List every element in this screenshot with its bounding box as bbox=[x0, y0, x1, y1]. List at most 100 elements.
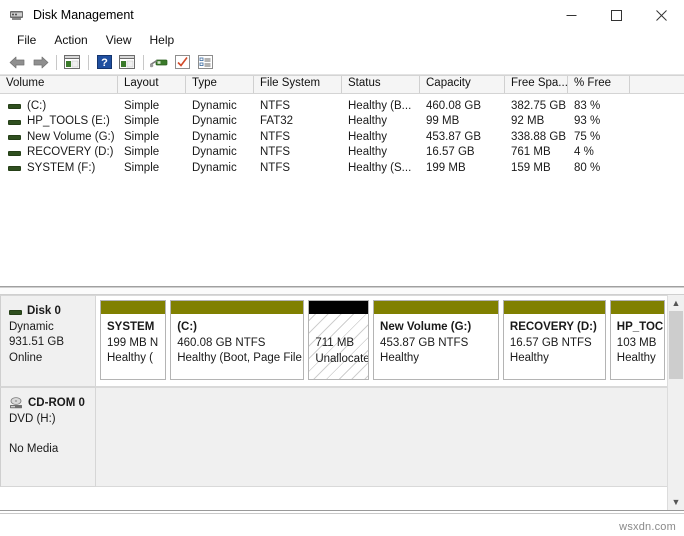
maximize-button[interactable] bbox=[594, 0, 639, 30]
volume-type: Dynamic bbox=[186, 115, 254, 127]
toolbar-separator-3 bbox=[143, 55, 144, 70]
partition-status: Healthy (Boot, Page File, C bbox=[177, 351, 298, 367]
column-header-empty[interactable] bbox=[630, 76, 682, 93]
volume-file-system: NTFS bbox=[254, 146, 342, 158]
close-button[interactable] bbox=[639, 0, 684, 30]
volume-capacity: 99 MB bbox=[420, 115, 505, 127]
minimize-button[interactable] bbox=[549, 0, 594, 30]
volume-free-space: 338.88 GB bbox=[505, 131, 568, 143]
volume-status: Healthy bbox=[342, 115, 420, 127]
partition-capacity-bar bbox=[611, 301, 664, 314]
pane-splitter[interactable] bbox=[0, 287, 684, 295]
volume-type: Dynamic bbox=[186, 131, 254, 143]
scrollbar-track[interactable] bbox=[668, 311, 684, 494]
table-row[interactable]: RECOVERY (D:) Simple Dynamic NTFS Health… bbox=[0, 145, 684, 161]
hard-disk-icon bbox=[9, 306, 23, 318]
rescan-disks-icon[interactable] bbox=[148, 52, 170, 72]
partition-unallocated[interactable]: 711 MB Unallocated bbox=[308, 300, 369, 380]
window-title: Disk Management bbox=[33, 8, 134, 22]
menu-view[interactable]: View bbox=[97, 32, 141, 48]
column-header-layout[interactable]: Layout bbox=[118, 76, 186, 93]
partition-capacity-bar bbox=[309, 301, 368, 314]
table-row[interactable]: (C:) Simple Dynamic NTFS Healthy (B... 4… bbox=[0, 98, 684, 114]
back-arrow-icon[interactable] bbox=[6, 52, 28, 72]
volume-status: Healthy (S... bbox=[342, 162, 420, 174]
scroll-down-arrow-icon[interactable]: ▼ bbox=[668, 494, 684, 510]
partition-name: New Volume (G:) bbox=[380, 320, 493, 336]
partition-size-fs: 199 MB N bbox=[107, 336, 160, 352]
column-header-status[interactable]: Status bbox=[342, 76, 420, 93]
help-icon[interactable]: ? bbox=[93, 52, 115, 72]
partition-size-fs: 453.87 GB NTFS bbox=[380, 336, 493, 352]
toolbar: ? bbox=[0, 50, 684, 75]
volume-layout: Simple bbox=[118, 100, 186, 112]
disk-management-icon bbox=[9, 7, 25, 23]
volume-icon bbox=[8, 130, 21, 143]
partition-size-fs: 460.08 GB NTFS bbox=[177, 336, 298, 352]
svg-text:?: ? bbox=[101, 57, 108, 69]
volume-icon bbox=[8, 161, 21, 174]
menu-file[interactable]: File bbox=[8, 32, 45, 48]
volume-percent-free: 93 % bbox=[568, 115, 630, 127]
volume-type: Dynamic bbox=[186, 146, 254, 158]
scroll-up-arrow-icon[interactable]: ▲ bbox=[668, 295, 684, 311]
disk-size-spacer bbox=[9, 427, 95, 442]
scrollbar-thumb[interactable] bbox=[669, 311, 683, 379]
volume-name: SYSTEM (F:) bbox=[27, 162, 95, 174]
volume-status: Healthy bbox=[342, 131, 420, 143]
table-row[interactable]: New Volume (G:) Simple Dynamic NTFS Heal… bbox=[0, 129, 684, 145]
volume-file-system: FAT32 bbox=[254, 115, 342, 127]
column-header-file-system[interactable]: File System bbox=[254, 76, 342, 93]
disk-type: DVD (H:) bbox=[9, 412, 95, 428]
forward-arrow-icon[interactable] bbox=[29, 52, 51, 72]
partition-new-volume-g[interactable]: New Volume (G:) 453.87 GB NTFS Healthy bbox=[373, 300, 499, 380]
partition-system[interactable]: SYSTEM 199 MB N Healthy ( bbox=[100, 300, 166, 380]
partition-capacity-bar bbox=[374, 301, 498, 314]
window-controls bbox=[549, 0, 684, 30]
column-header-volume[interactable]: Volume bbox=[0, 76, 118, 93]
disk-title: Disk 0 bbox=[9, 304, 95, 320]
partition-status: Healthy ( bbox=[107, 351, 160, 367]
watermark: wsxdn.com bbox=[619, 521, 676, 533]
partition-status: Healthy bbox=[380, 351, 493, 367]
volume-layout: Simple bbox=[118, 146, 186, 158]
volume-list-pane: Volume Layout Type File System Status Ca… bbox=[0, 75, 684, 287]
volume-capacity: 453.87 GB bbox=[420, 131, 505, 143]
show-hide-action-pane-icon[interactable] bbox=[116, 52, 138, 72]
show-hide-console-tree-icon[interactable] bbox=[61, 52, 83, 72]
volume-free-space: 382.75 GB bbox=[505, 100, 568, 112]
volume-type: Dynamic bbox=[186, 162, 254, 174]
volume-name: (C:) bbox=[27, 100, 46, 112]
partition-c[interactable]: (C:) 460.08 GB NTFS Healthy (Boot, Page … bbox=[170, 300, 304, 380]
column-header-free-space[interactable]: Free Spa... bbox=[505, 76, 568, 93]
properties-icon[interactable] bbox=[171, 52, 193, 72]
toolbar-separator-1 bbox=[56, 55, 57, 70]
cdrom-empty-region bbox=[96, 387, 684, 487]
disk-info-cdrom-0[interactable]: CD-ROM 0 DVD (H:) No Media bbox=[0, 387, 96, 487]
cd-rom-icon bbox=[9, 397, 24, 410]
partition-hp-tools[interactable]: HP_TOC 103 MB Healthy bbox=[610, 300, 665, 380]
table-row[interactable]: SYSTEM (F:) Simple Dynamic NTFS Healthy … bbox=[0, 160, 684, 176]
menu-bar: File Action View Help bbox=[0, 30, 684, 50]
column-header-type[interactable]: Type bbox=[186, 76, 254, 93]
partition-status: Healthy bbox=[510, 351, 600, 367]
menu-help[interactable]: Help bbox=[141, 32, 184, 48]
disk-state: No Media bbox=[9, 442, 95, 458]
disk-state: Online bbox=[9, 351, 95, 367]
disk-row-cdrom-0: CD-ROM 0 DVD (H:) No Media bbox=[0, 387, 684, 487]
volume-percent-free: 80 % bbox=[568, 162, 630, 174]
volume-free-space: 159 MB bbox=[505, 162, 568, 174]
menu-action[interactable]: Action bbox=[45, 32, 96, 48]
disk-info-disk-0[interactable]: Disk 0 Dynamic 931.51 GB Online bbox=[0, 295, 96, 387]
disk-name: CD-ROM 0 bbox=[28, 396, 85, 412]
column-header-percent-free[interactable]: % Free bbox=[568, 76, 630, 93]
partition-strip-disk-0: SYSTEM 199 MB N Healthy ( (C:) 460.08 GB… bbox=[96, 295, 684, 387]
graphical-view-scrollbar[interactable]: ▲ ▼ bbox=[667, 295, 684, 510]
column-header-capacity[interactable]: Capacity bbox=[420, 76, 505, 93]
table-row[interactable]: HP_TOOLS (E:) Simple Dynamic FAT32 Healt… bbox=[0, 114, 684, 130]
volume-name: HP_TOOLS (E:) bbox=[27, 115, 110, 127]
partition-recovery-d[interactable]: RECOVERY (D:) 16.57 GB NTFS Healthy bbox=[503, 300, 606, 380]
volume-type: Dynamic bbox=[186, 100, 254, 112]
show-details-icon[interactable] bbox=[194, 52, 216, 72]
volume-file-system: NTFS bbox=[254, 162, 342, 174]
